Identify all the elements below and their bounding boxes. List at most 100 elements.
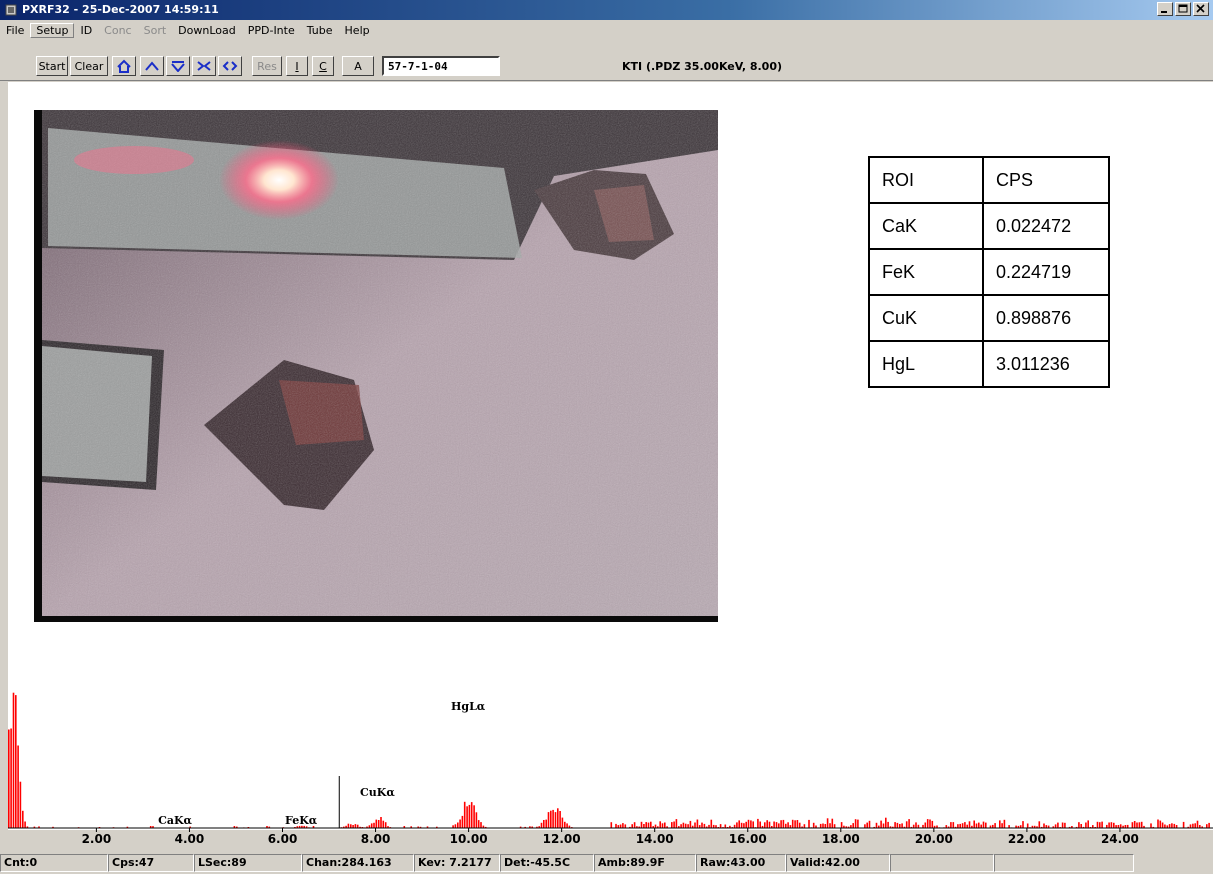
spectrum-bar [457, 822, 459, 828]
clear-button[interactable]: Clear [70, 56, 108, 76]
spectrum-bar [1087, 820, 1089, 828]
spectrum-bar [833, 824, 836, 828]
spectrum-bar [961, 823, 964, 828]
roi-header-cell: ROI [868, 156, 984, 204]
spectrum-bar [619, 824, 622, 828]
spectrum-bar [719, 824, 722, 828]
status-field [890, 854, 994, 872]
home-icon [117, 59, 131, 73]
spectrum-bar [785, 823, 787, 828]
x-tick-label: 4.00 [175, 832, 205, 846]
spectrum-bar [824, 824, 827, 828]
spectrum-bar [463, 801, 466, 828]
spectrum-bar [1003, 819, 1006, 828]
spectrum-bar [1064, 822, 1066, 828]
sample-id-field[interactable]: 57-7-1-04 [382, 56, 500, 76]
spectrum-bar [1192, 823, 1194, 828]
spectrum-bar [1054, 824, 1057, 828]
scale-up-button[interactable] [140, 56, 164, 76]
spectrum-bar [840, 822, 843, 828]
roi-row: CuK 0.898876 [868, 294, 1110, 342]
spectrum-bar [1150, 823, 1152, 828]
spectrum-bar [561, 817, 564, 828]
spectrum-bar [1026, 823, 1029, 828]
spectrum-bar [808, 819, 810, 828]
spectrum-bar [694, 822, 696, 828]
spectrum-bar [885, 817, 887, 828]
menu-id[interactable]: ID [74, 24, 98, 37]
maximize-button[interactable] [1175, 2, 1191, 16]
spectrum-bar [557, 808, 559, 828]
spectrum-bar [950, 822, 952, 828]
menu-help[interactable]: Help [339, 24, 376, 37]
minimize-button[interactable] [1157, 2, 1173, 16]
x-tick-label: 20.00 [915, 832, 953, 846]
spectrum-bar [615, 823, 617, 828]
spectrum-bar [640, 821, 643, 828]
spectrum-bar [661, 823, 664, 828]
peak-label: HgLα [451, 700, 486, 713]
menu-setup[interactable]: Setup [30, 22, 75, 38]
spectrum-bar [19, 781, 22, 828]
menu-sort[interactable]: Sort [138, 24, 173, 37]
zoom-in-button[interactable] [192, 56, 216, 76]
i-button[interactable]: I [286, 56, 308, 76]
spectrum-bar [724, 824, 727, 828]
roi-element: CaK [868, 202, 984, 250]
sample-photo [34, 110, 718, 622]
spectrum-bar [875, 822, 878, 828]
zoom-out-button[interactable] [218, 56, 242, 76]
menu-ppd-inte[interactable]: PPD-Inte [242, 24, 301, 37]
roi-header-cell: CPS [982, 156, 1110, 204]
spectrum-bar [631, 824, 633, 828]
spectrum-bar [689, 820, 692, 828]
spectrum-bar [610, 822, 613, 828]
spectrum-bar [696, 819, 699, 828]
peak-label: CaKα [158, 814, 192, 827]
home-button[interactable] [112, 56, 136, 76]
status-field: Cps:47 [108, 854, 194, 872]
spectrum-bar [1159, 820, 1162, 828]
spectrum-bar [822, 823, 824, 828]
spectrum-bar [778, 823, 780, 828]
spectrum-bar [787, 822, 789, 828]
spectrum-bar [1206, 824, 1208, 828]
spectrum-bar [929, 819, 931, 828]
spectrum-bar [959, 823, 961, 828]
spectrum-bar [864, 824, 866, 828]
roi-row: FeK 0.224719 [868, 248, 1110, 296]
status-field: LSec:89 [194, 854, 302, 872]
roi-cps-value: 3.011236 [982, 340, 1110, 388]
spectrum-bar [545, 819, 547, 828]
spectrum-bar [924, 822, 927, 828]
close-button[interactable] [1193, 2, 1209, 16]
spectrum-bar [480, 822, 482, 828]
spectrum-bar [999, 820, 1001, 828]
spectrum-bar [645, 822, 647, 828]
menu-download[interactable]: DownLoad [172, 24, 242, 37]
spectrum-bar [540, 822, 543, 828]
app-icon [5, 4, 17, 16]
spectrum-bar [1208, 822, 1210, 828]
c-button[interactable]: C [312, 56, 334, 76]
status-field: Cnt:0 [0, 854, 108, 872]
menu-file[interactable]: File [0, 24, 30, 37]
roi-row: HgL 3.011236 [868, 340, 1110, 388]
spectrum-bar [24, 821, 26, 828]
res-button[interactable]: Res [252, 56, 282, 76]
spectrum-bar [852, 823, 854, 828]
spectrum-bar [8, 729, 10, 828]
start-button[interactable]: Start [36, 56, 68, 76]
menu-tube[interactable]: Tube [301, 24, 339, 37]
spectrum-bar [745, 821, 747, 828]
spectrum-bar [1038, 821, 1041, 828]
scale-down-button[interactable] [166, 56, 190, 76]
spectrum-bar [1110, 822, 1113, 828]
spectrum-bar [554, 812, 557, 828]
spectrum-bar [740, 822, 743, 828]
spectrum-bar [768, 821, 771, 828]
menu-conc[interactable]: Conc [98, 24, 137, 37]
spectrum-bar [1001, 823, 1003, 828]
a-button[interactable]: A [342, 56, 374, 76]
spectrum-bar [926, 819, 929, 828]
